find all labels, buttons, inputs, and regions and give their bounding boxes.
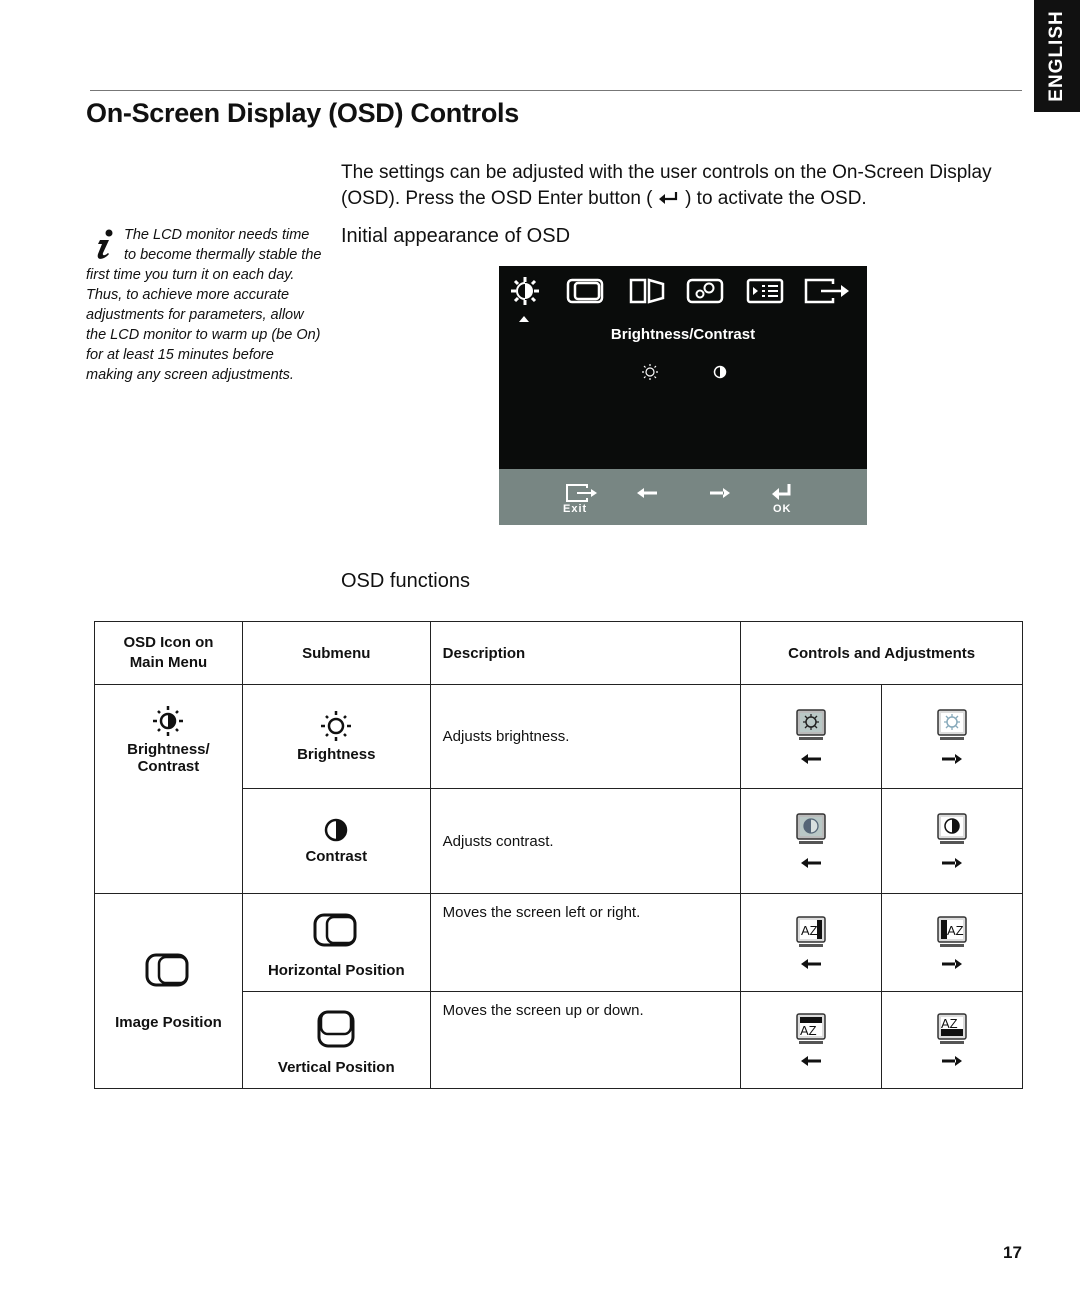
osd-caption: Brightness/Contrast [610,326,756,343]
section-heading-initial: Initial appearance of OSD [341,225,571,247]
brightness-contrast-icon[interactable] [505,276,545,306]
brightness-icon[interactable] [642,364,658,380]
page-number: 17 [1003,1243,1022,1262]
control-horizontal-left[interactable]: AZ [740,893,883,992]
monitor-shift-down-icon: AZ [796,1013,826,1044]
vertical-position-icon [317,1010,355,1048]
control-vertical-up[interactable]: AZ [881,991,1023,1089]
ok-label: OK [773,503,792,515]
info-icon [97,229,113,259]
osd-button-bar: Exit OK [499,469,867,525]
submenu-label: Horizontal Position [267,962,405,979]
brightness-contrast-icon [153,706,184,736]
image-position-icon[interactable] [565,276,605,306]
ok-button-icon[interactable] [772,483,792,501]
image-properties-icon[interactable] [685,276,725,306]
intro-text: The settings can be adjusted with the us… [341,160,1031,212]
note-text: The LCD monitor needs time to become the… [86,227,322,383]
left-arrow-icon [801,1056,822,1066]
image-position-icon [145,953,189,986]
right-arrow-icon [942,858,963,868]
table-row: Image Position Horizontal Position Moves… [94,893,1023,1089]
intro-line-2: (OSD). Press the OSD Enter button ( ) to… [341,186,1031,212]
submenu-label: Contrast [305,847,368,865]
submenu-horizontal-position: Horizontal Position [241,893,431,992]
intro-pre: (OSD). Press the OSD Enter button ( [341,188,653,209]
table-row: Brightness/ Contrast Brightness Adjusts … [94,684,1023,894]
right-arrow-icon [942,958,963,969]
svg-text:AZ: AZ [947,923,964,938]
header-controls: Controls and Adjustments [740,621,1023,685]
right-arrow-icon [942,1056,963,1066]
monitor-shift-right-icon: AZ [937,915,967,947]
control-contrast-decrease[interactable] [740,788,883,894]
monitor-low-contrast-icon [796,813,826,844]
monitor-high-contrast-icon [937,813,967,844]
intro-line-1: The settings can be adjusted with the us… [341,162,992,183]
language-tab: ENGLISH [1034,0,1080,112]
horizontal-position-icon [313,913,357,947]
monitor-dim-brightness-icon [796,708,826,740]
header-description: Description [429,621,742,685]
table-header-row: OSD Icon on Main Menu Submenu Descriptio… [94,621,1023,685]
contrast-icon [325,818,348,841]
main-cell-brightness-contrast: Brightness/ Contrast [94,684,243,894]
control-brightness-increase[interactable] [881,684,1023,789]
left-arrow-icon [801,958,822,969]
page-title: On-Screen Display (OSD) Controls [86,98,519,128]
submenu-label: Brightness [297,746,376,763]
selection-caret [519,316,529,322]
brightness-icon [321,711,352,741]
submenu-vertical-position: Vertical Position [241,991,431,1089]
description-vertical: Moves the screen up or down. [429,991,742,1089]
exit-label: Exit [563,503,588,515]
osd-functions-table: OSD Icon on Main Menu Submenu Descriptio… [94,621,1023,1089]
options-icon[interactable] [745,276,785,306]
note-box: The LCD monitor needs time to become the… [86,225,322,385]
section-heading-functions: OSD functions [341,570,470,592]
description-horizontal: Moves the screen left or right. [429,893,742,992]
language-label: ENGLISH [1046,10,1067,102]
control-horizontal-right[interactable]: AZ [881,893,1023,992]
enter-icon [658,192,677,204]
exit-button-icon[interactable] [565,483,599,503]
svg-text:AZ: AZ [941,1016,958,1031]
control-vertical-down[interactable]: AZ [740,991,883,1089]
control-brightness-decrease[interactable] [740,684,883,789]
main-label-line1: Brightness/ [127,741,210,758]
description-brightness: Adjusts brightness. [429,684,742,789]
left-arrow-icon [801,753,822,764]
main-cell-image-position: Image Position [94,893,243,1089]
header-icon: OSD Icon on Main Menu [94,621,243,685]
description-contrast: Adjusts contrast. [429,788,742,894]
control-contrast-increase[interactable] [881,788,1023,894]
contrast-icon[interactable] [712,364,728,380]
svg-text:AZ: AZ [801,923,818,938]
left-arrow-icon [801,858,822,868]
right-arrow-button-icon[interactable] [710,487,730,499]
monitor-bright-icon [937,708,967,740]
monitor-shift-left-icon: AZ [796,915,826,947]
left-arrow-button-icon[interactable] [637,487,657,499]
submenu-contrast: Contrast [241,788,431,894]
header-rule [90,90,1022,91]
svg-text:AZ: AZ [800,1023,817,1038]
monitor-shift-up-icon: AZ [937,1013,967,1044]
osd-menu-preview: Brightness/Contrast Exit OK [499,266,867,525]
submenu-label: Vertical Position [277,1059,395,1076]
exit-icon[interactable] [803,276,851,306]
main-label: Image Position [115,1013,222,1031]
intro-post: ) to activate the OSD. [685,188,867,209]
right-arrow-icon [942,753,963,764]
main-label-line2: Contrast [137,758,200,775]
image-setup-icon[interactable] [627,276,667,306]
submenu-brightness: Brightness [241,684,431,789]
header-submenu: Submenu [241,621,431,685]
